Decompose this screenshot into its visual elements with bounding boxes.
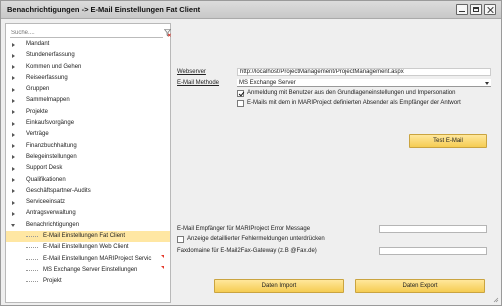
error-recipient-label: E-Mail Empfänger für MARIProject Error M… [177, 226, 311, 232]
tree-connector [26, 247, 38, 249]
expand-arrow-icon[interactable] [12, 166, 15, 171]
tree-item-projekte[interactable]: Projekte [6, 107, 170, 118]
expand-arrow-icon[interactable] [12, 87, 15, 92]
suppress-details-checkbox[interactable] [177, 236, 184, 243]
expand-arrow-icon[interactable] [12, 132, 15, 137]
data-export-button[interactable]: Daten Export [355, 279, 485, 293]
error-recipient-field[interactable] [379, 225, 487, 233]
expand-arrow-icon[interactable] [12, 211, 15, 216]
modified-marker-icon [161, 254, 164, 258]
tree-item-gruppen[interactable]: Gruppen [6, 84, 170, 95]
email-method-label: E-Mail Methode [177, 80, 220, 86]
collapse-arrow-icon[interactable] [11, 223, 15, 227]
tree-item-gp-audits[interactable]: Geschäftspartner-Audits [6, 186, 170, 197]
sender-reply-checkbox[interactable] [237, 100, 244, 107]
tree-item-serviceeinsatz[interactable]: Serviceeinsatz [6, 197, 170, 208]
tree-item-antragsverwaltung[interactable]: Antragsverwaltung [6, 208, 170, 219]
minimize-icon[interactable] [456, 4, 468, 15]
expand-arrow-icon[interactable] [12, 144, 15, 149]
tree-item-support-desk[interactable]: Support Desk [6, 163, 170, 174]
tree-connector [26, 269, 38, 271]
settings-form: Webserver http://localhost/ProjectManage… [173, 23, 499, 303]
title-bar: Benachrichtigungen -> E-Mail Einstellung… [1, 1, 501, 19]
login-impersonation-label: Anmeldung mit Benutzer aus den Grundlage… [247, 90, 456, 96]
email-method-value: MS Exchange Server [239, 80, 296, 86]
settings-tree: Mandant Stundenerfassung Kommen und Gehe… [6, 39, 170, 288]
maximize-icon[interactable] [470, 4, 482, 15]
fax-domain-label: Faxdomaine für E-Mail2Fax-Gateway (z.B @… [177, 248, 317, 254]
settings-window: Benachrichtigungen -> E-Mail Einstellung… [0, 0, 502, 306]
search-input[interactable] [10, 29, 163, 38]
expand-arrow-icon[interactable] [12, 110, 15, 115]
tree-item-belegeinstellungen[interactable]: Belegeinstellungen [6, 152, 170, 163]
expand-arrow-icon[interactable] [12, 76, 15, 81]
sender-reply-label: E-Mails mit dem in MARIProject definiert… [247, 100, 461, 106]
window-title: Benachrichtigungen -> E-Mail Einstellung… [7, 5, 201, 14]
close-icon[interactable] [484, 4, 496, 15]
filter-clear-icon[interactable] [164, 29, 171, 37]
expand-arrow-icon[interactable] [12, 65, 15, 70]
email-method-select[interactable]: MS Exchange Server [237, 79, 491, 87]
tree-item-benachrichtigungen[interactable]: Benachrichtigungen [6, 220, 170, 231]
expand-arrow-icon[interactable] [12, 155, 15, 160]
data-import-button[interactable]: Daten Import [214, 279, 344, 293]
tree-item-kommen-gehen[interactable]: Kommen und Gehen [6, 62, 170, 73]
test-email-button[interactable]: Test E-Mail [409, 134, 487, 148]
tree-connector [26, 258, 38, 260]
expand-arrow-icon[interactable] [12, 42, 15, 47]
login-impersonation-checkbox[interactable] [237, 90, 244, 97]
tree-item-reiseerfassung[interactable]: Reiseerfassung [6, 73, 170, 84]
tree-item-mandant[interactable]: Mandant [6, 39, 170, 50]
expand-arrow-icon[interactable] [12, 178, 15, 183]
expand-arrow-icon[interactable] [12, 53, 15, 58]
tree-connector [26, 281, 38, 283]
tree-item-email-web-client[interactable]: E-Mail Einstellungen Web Client [6, 242, 170, 253]
tree-item-einkaufsvorgaenge[interactable]: Einkaufsvorgänge [6, 118, 170, 129]
navigation-panel: Mandant Stundenerfassung Kommen und Gehe… [5, 23, 171, 303]
tree-item-qualifikationen[interactable]: Qualifikationen [6, 175, 170, 186]
tree-item-stundenerfassung[interactable]: Stundenerfassung [6, 50, 170, 61]
chevron-down-icon [485, 82, 489, 85]
tree-item-email-fat-client[interactable]: E-Mail Einstellungen Fat Client [6, 231, 170, 243]
tree-connector [26, 236, 38, 238]
tree-item-email-service[interactable]: E-Mail Einstellungen MARIProject Servic [6, 254, 170, 265]
tree-item-vertraege[interactable]: Verträge [6, 129, 170, 140]
tree-item-projekt[interactable]: Projekt [6, 276, 170, 287]
expand-arrow-icon[interactable] [12, 189, 15, 194]
fax-domain-field[interactable] [379, 247, 487, 255]
expand-arrow-icon[interactable] [12, 200, 15, 205]
tree-item-ms-exchange[interactable]: MS Exchange Server Einstellungen [6, 265, 170, 276]
modified-marker-icon [161, 265, 164, 269]
resize-grip-icon[interactable] [493, 297, 499, 303]
tree-item-sammelmappen[interactable]: Sammelmappen [6, 95, 170, 106]
tree-item-finanzbuchhaltung[interactable]: Finanzbuchhaltung [6, 141, 170, 152]
webserver-field[interactable]: http://localhost/ProjectManagement/Proje… [237, 68, 491, 76]
expand-arrow-icon[interactable] [12, 98, 15, 103]
webserver-label: Webserver [177, 69, 206, 75]
suppress-details-label: Anzeige detaillierter Fehlermeldungen un… [187, 236, 325, 242]
expand-arrow-icon[interactable] [12, 121, 15, 126]
